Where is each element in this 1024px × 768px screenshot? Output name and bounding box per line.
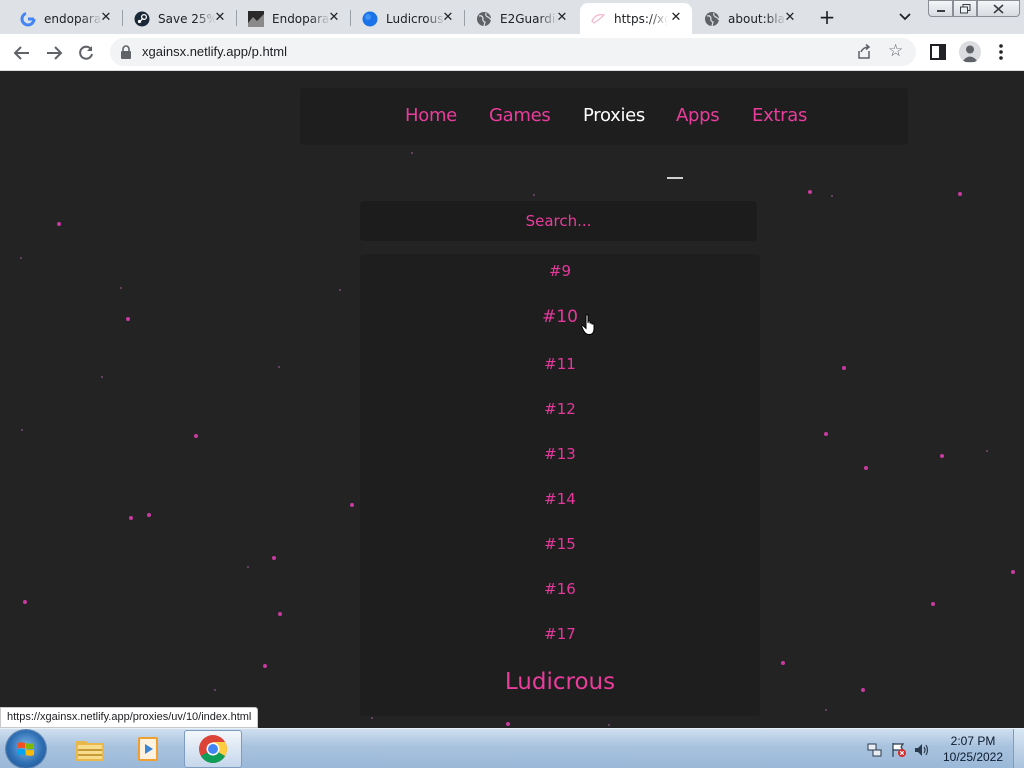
address-bar[interactable]: xgainsx.netlify.app/p.html ☆	[110, 38, 916, 66]
proxy-link-12[interactable]: #12	[360, 400, 760, 418]
page-viewport: Home Games Proxies Apps Extras #9 #10 #1…	[0, 71, 1024, 728]
hand-cursor-icon	[581, 314, 595, 336]
proxy-link-11[interactable]: #11	[360, 355, 760, 373]
kebab-menu-icon[interactable]	[998, 43, 1004, 61]
nav-home-link[interactable]: Home	[405, 105, 457, 126]
tab-google-search[interactable]: endoparasitic ✕	[10, 3, 122, 34]
google-icon	[20, 11, 36, 27]
nav-games-link[interactable]: Games	[489, 105, 551, 126]
chrome-icon	[199, 735, 227, 763]
proxy-link-13[interactable]: #13	[360, 445, 760, 463]
tab-search-chevron-icon[interactable]	[896, 9, 914, 25]
tab-title: Save 25% on	[158, 11, 216, 26]
windows-taskbar: 2:07 PM 10/25/2022	[0, 728, 1024, 768]
system-clock[interactable]: 2:07 PM 10/25/2022	[937, 733, 1009, 765]
media-player-icon	[138, 737, 158, 761]
url-text[interactable]: xgainsx.netlify.app/p.html	[142, 44, 287, 59]
nav-extras-link[interactable]: Extras	[752, 105, 807, 126]
tab-title: about:blank	[728, 11, 786, 26]
taskbar-explorer[interactable]	[63, 730, 117, 768]
tab-title: endoparasitic	[44, 11, 102, 26]
profile-avatar-icon[interactable]	[959, 41, 981, 63]
globe-icon	[704, 11, 720, 27]
tab-ludicrous[interactable]: Ludicrous ✕	[352, 3, 464, 34]
proxy-search-input[interactable]	[360, 201, 757, 241]
tab-active-xgainsx[interactable]: https://xgainsx ✕	[580, 3, 692, 34]
start-button[interactable]	[6, 730, 46, 768]
taskbar-chrome[interactable]	[184, 730, 242, 768]
explorer-icon	[76, 741, 104, 761]
back-arrow-icon	[13, 46, 29, 60]
share-icon[interactable]	[856, 44, 872, 60]
close-window-button[interactable]	[977, 0, 1020, 17]
proxy-link-16[interactable]: #16	[360, 580, 760, 598]
clock-date: 10/25/2022	[942, 750, 1004, 764]
minimize-button[interactable]	[928, 0, 953, 17]
tab-title: Endoparasitic	[272, 11, 330, 26]
tab-steam[interactable]: Save 25% on ✕	[124, 3, 236, 34]
nav-proxies-link[interactable]: Proxies	[583, 105, 645, 126]
close-icon[interactable]: ✕	[98, 10, 114, 26]
tab-e2guardian[interactable]: E2Guardian ✕	[466, 3, 578, 34]
reload-icon	[79, 45, 93, 60]
reload-button[interactable]	[75, 42, 97, 64]
nav-active-indicator	[667, 177, 683, 179]
close-icon[interactable]: ✕	[326, 10, 342, 26]
volume-icon[interactable]	[914, 742, 930, 758]
proxy-link-10[interactable]: #10	[360, 307, 760, 327]
tab-endoparasitic-game[interactable]: Endoparasitic ✕	[238, 3, 350, 34]
globe-icon	[476, 11, 492, 27]
tab-title: E2Guardian	[500, 11, 558, 26]
proxy-link-17[interactable]: #17	[360, 625, 760, 643]
forward-button[interactable]	[43, 42, 65, 64]
close-icon[interactable]: ✕	[554, 10, 570, 26]
tab-about-blank[interactable]: about:blank ✕	[694, 3, 806, 34]
close-icon[interactable]: ✕	[212, 10, 228, 26]
close-icon[interactable]: ✕	[782, 10, 798, 26]
new-tab-button[interactable]: +	[816, 7, 838, 29]
side-panel-icon[interactable]	[930, 44, 946, 60]
tab-title: https://xgainsx	[614, 11, 668, 26]
nav-apps-link[interactable]: Apps	[676, 105, 720, 126]
show-desktop-button[interactable]	[1013, 729, 1024, 768]
proxy-link-15[interactable]: #15	[360, 535, 760, 553]
link-status-bubble: https://xgainsx.netlify.app/proxies/uv/1…	[0, 707, 259, 728]
bookmark-star-icon[interactable]: ☆	[888, 41, 903, 61]
close-icon[interactable]: ✕	[668, 10, 684, 26]
clock-time: 2:07 PM	[950, 734, 996, 748]
game-thumbnail-icon	[248, 10, 264, 27]
page-icon	[590, 11, 606, 27]
forward-arrow-icon	[47, 46, 63, 60]
taskbar-media-player[interactable]	[122, 730, 176, 768]
blue-circle-icon	[362, 11, 378, 27]
proxy-link-9[interactable]: #9	[360, 262, 760, 280]
network-icon[interactable]	[867, 742, 883, 758]
tab-title: Ludicrous	[386, 11, 444, 26]
back-button[interactable]	[11, 42, 33, 64]
lock-icon	[121, 45, 131, 59]
proxy-list: #9 #10 #11 #12 #13 #14 #15 #16 #17 Ludic…	[360, 254, 760, 716]
browser-tab-strip: endoparasitic ✕ Save 25% on ✕ Endoparasi…	[0, 0, 1024, 34]
section-heading-ludicrous: Ludicrous	[504, 669, 616, 695]
proxy-link-14[interactable]: #14	[360, 490, 760, 508]
restore-button[interactable]	[953, 0, 977, 17]
site-navbar: Home Games Proxies Apps Extras	[300, 88, 908, 179]
action-center-flag-icon[interactable]	[891, 742, 907, 758]
close-icon[interactable]: ✕	[440, 10, 456, 26]
windows-logo-icon	[18, 742, 34, 756]
steam-icon	[134, 11, 150, 27]
browser-toolbar: xgainsx.netlify.app/p.html ☆	[0, 34, 1024, 71]
